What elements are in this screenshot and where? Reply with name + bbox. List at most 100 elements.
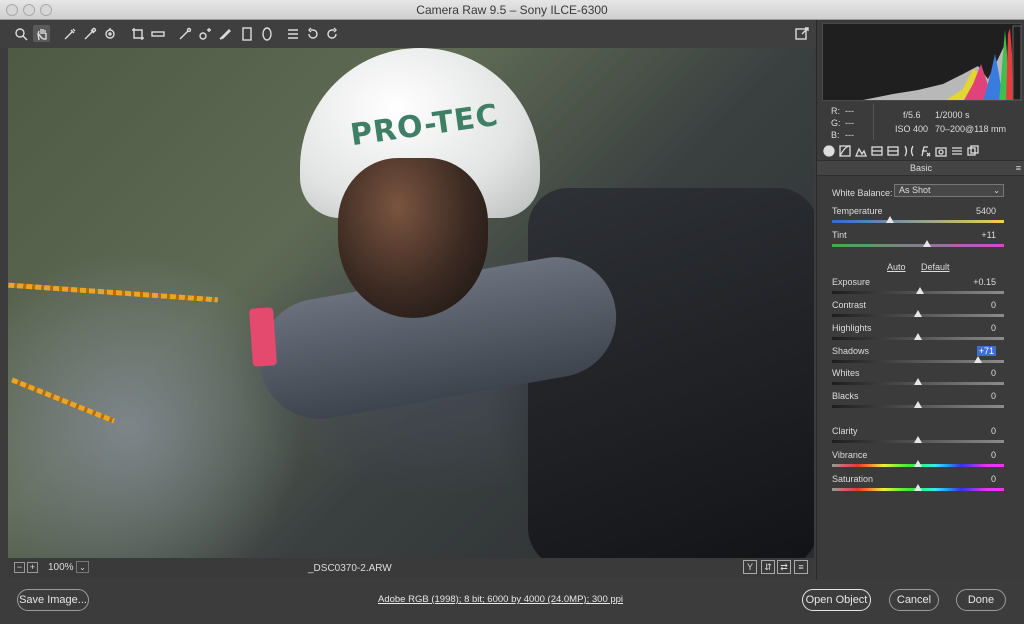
slider-row-temperature[interactable]: Temperature 5400 <box>832 206 1004 230</box>
slider-thumb[interactable] <box>914 436 922 443</box>
slider-thumb[interactable] <box>914 333 922 340</box>
swap-settings-button[interactable]: ⇵ <box>761 560 775 574</box>
basic-tab-icon[interactable] <box>823 145 837 159</box>
slider-label: Whites <box>832 368 860 378</box>
slider-track[interactable] <box>832 244 1004 247</box>
slider-row-saturation[interactable]: Saturation 0 <box>832 474 1004 498</box>
slider-value[interactable]: 5400 <box>976 206 996 216</box>
zoom-dropdown[interactable]: ⌄ <box>76 561 89 573</box>
cancel-button[interactable]: Cancel <box>889 589 939 611</box>
presets-tab-icon[interactable] <box>951 145 965 159</box>
slider-label: Contrast <box>832 300 867 310</box>
section-title: Basic ≡ <box>817 160 1024 176</box>
rotate-cw-icon[interactable] <box>323 25 340 42</box>
default-link[interactable]: Default <box>921 262 950 272</box>
slider-thumb[interactable] <box>922 240 931 247</box>
slider-value[interactable]: +0.15 <box>973 277 996 287</box>
window-title: Camera Raw 9.5 – Sony ILCE-6300 <box>416 3 608 17</box>
camera-calibration-tab-icon[interactable] <box>935 145 949 159</box>
slider-row-vibrance[interactable]: Vibrance 0 <box>832 450 1004 474</box>
white-balance-select[interactable]: As Shot ⌄ <box>894 184 1004 197</box>
chevron-down-icon: ⌄ <box>993 186 1000 195</box>
slider-value[interactable]: 0 <box>991 426 996 436</box>
slider-row-clarity[interactable]: Clarity 0 <box>832 426 1004 450</box>
slider-row-shadows[interactable]: Shadows +71 <box>832 346 1004 370</box>
before-after-views-button[interactable]: Y <box>743 560 757 574</box>
lens-value: 70–200@118 mm <box>935 124 1007 134</box>
image-preview[interactable]: PRO-TEC <box>8 48 814 558</box>
toggle-settings-button[interactable]: ≡ <box>794 560 808 574</box>
slider-thumb[interactable] <box>914 401 922 408</box>
slider-value[interactable]: +71 <box>976 346 996 356</box>
toggle-fullscreen-icon[interactable] <box>793 25 810 42</box>
workflow-options-link[interactable]: Adobe RGB (1998); 8 bit; 6000 by 4000 (2… <box>378 594 623 605</box>
red-value: --- <box>845 106 854 116</box>
panel-menu-icon[interactable]: ≡ <box>1016 161 1021 175</box>
color-sampler-icon[interactable] <box>81 25 98 42</box>
detail-tab-icon[interactable] <box>855 145 869 159</box>
slider-thumb[interactable] <box>886 216 895 223</box>
snapshots-tab-icon[interactable] <box>967 145 981 159</box>
slider-row-tint[interactable]: Tint +11 <box>832 230 1004 254</box>
zoom-out-button[interactable]: − <box>14 562 25 573</box>
slider-row-highlights[interactable]: Highlights 0 <box>832 323 1004 347</box>
slider-value[interactable]: 0 <box>991 391 996 401</box>
slider-track[interactable] <box>832 220 1004 223</box>
slider-value[interactable]: 0 <box>991 323 996 333</box>
auto-link[interactable]: Auto <box>887 262 906 272</box>
slider-row-whites[interactable]: Whites 0 <box>832 368 1004 392</box>
tow-rope <box>8 282 218 303</box>
crop-icon[interactable] <box>129 25 146 42</box>
slider-row-exposure[interactable]: Exposure +0.15 <box>832 277 1004 301</box>
slider-thumb[interactable] <box>914 378 922 385</box>
graduated-filter-icon[interactable] <box>238 25 255 42</box>
save-image-button[interactable]: Save Image... <box>17 589 89 611</box>
tool-bar <box>0 20 816 48</box>
slider-label: Exposure <box>832 277 871 287</box>
tow-rope-lower <box>11 377 115 424</box>
slider-thumb[interactable] <box>974 356 983 363</box>
white-balance-icon[interactable] <box>61 25 78 42</box>
slider-value[interactable]: 0 <box>991 474 996 484</box>
hand-icon[interactable] <box>33 25 50 42</box>
rotate-ccw-icon[interactable] <box>304 25 321 42</box>
radial-filter-icon[interactable] <box>258 25 275 42</box>
slider-row-contrast[interactable]: Contrast 0 <box>832 300 1004 324</box>
targeted-adjustment-icon[interactable] <box>101 25 118 42</box>
slider-value[interactable]: +11 <box>981 230 996 240</box>
straighten-icon[interactable] <box>149 25 166 42</box>
slider-row-blacks[interactable]: Blacks 0 <box>832 391 1004 415</box>
slider-thumb[interactable] <box>914 484 922 491</box>
adjustment-brush-icon[interactable] <box>216 25 233 42</box>
slider-thumb[interactable] <box>914 460 922 467</box>
histogram-graph <box>863 25 1021 100</box>
tone-curve-tab-icon[interactable] <box>839 145 853 159</box>
spot-removal-icon[interactable] <box>176 25 193 42</box>
lens-corrections-tab-icon[interactable] <box>903 145 917 159</box>
slider-value[interactable]: 0 <box>991 368 996 378</box>
split-toning-tab-icon[interactable] <box>887 145 901 159</box>
zoom-icon[interactable] <box>12 25 29 42</box>
done-button[interactable]: Done <box>956 589 1006 611</box>
copy-settings-button[interactable]: ⇄ <box>777 560 791 574</box>
red-eye-icon[interactable] <box>196 25 213 42</box>
panel-tabs <box>821 144 1021 160</box>
zoom-in-button[interactable]: + <box>27 562 38 573</box>
slider-value[interactable]: 0 <box>991 450 996 460</box>
file-name: _DSC0370-2.ARW <box>308 563 392 574</box>
slider-value[interactable]: 0 <box>991 300 996 310</box>
histogram <box>822 23 1022 101</box>
hsl-tab-icon[interactable] <box>871 145 885 159</box>
bottom-bar: Save Image... Adobe RGB (1998); 8 bit; 6… <box>0 580 1024 624</box>
slider-thumb[interactable] <box>914 310 922 317</box>
iso-value: ISO 400 <box>895 124 929 134</box>
preferences-icon[interactable] <box>284 25 301 42</box>
green-value: --- <box>845 118 854 128</box>
effects-tab-icon[interactable] <box>919 145 933 159</box>
slider-label: Vibrance <box>832 450 868 460</box>
adjustments-panel: R: --- G: --- B: --- f/5.6 1/2000 s ISO … <box>816 20 1024 580</box>
shutter-value: 1/2000 s <box>935 110 970 120</box>
open-object-button[interactable]: Open Object <box>802 589 871 611</box>
slider-thumb[interactable] <box>915 287 924 294</box>
slider-label: Shadows <box>832 346 870 356</box>
